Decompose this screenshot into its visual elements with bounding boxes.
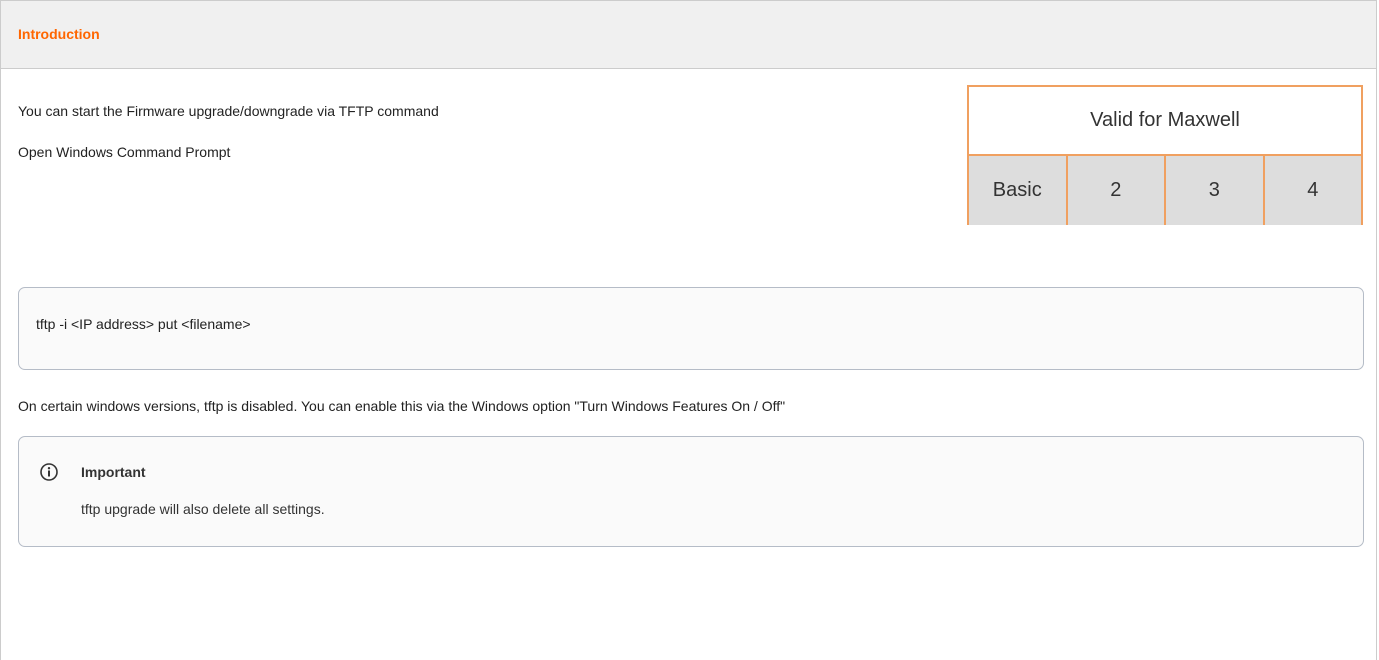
intro-paragraph: You can start the Firmware upgrade/downg… [18,103,439,119]
introduction-panel: Introduction You can start the Firmware … [0,0,1377,660]
model-cell: 3 [1164,156,1263,225]
valid-for-heading: Valid for Maxwell [969,87,1361,156]
info-title: Important [81,464,146,480]
note-paragraph: On certain windows versions, tftp is dis… [18,398,786,414]
model-cell: 4 [1262,156,1362,225]
intro-paragraph: Open Windows Command Prompt [18,144,231,160]
code-block: tftp -i <IP address> put <filename> [18,287,1364,370]
model-cell: 2 [1065,156,1165,225]
code-command: tftp -i <IP address> put <filename> [36,316,251,332]
valid-for-badge: Valid for Maxwell Basic 2 3 4 [967,85,1363,225]
info-panel: Important tftp upgrade will also delete … [18,436,1364,547]
model-cell: Basic [992,179,1042,201]
info-icon [40,463,58,481]
info-body: tftp upgrade will also delete all settin… [81,501,325,517]
valid-for-models: Basic 2 3 4 [969,156,1361,225]
panel-header: Introduction [1,1,1376,69]
panel-title: Introduction [18,25,100,42]
